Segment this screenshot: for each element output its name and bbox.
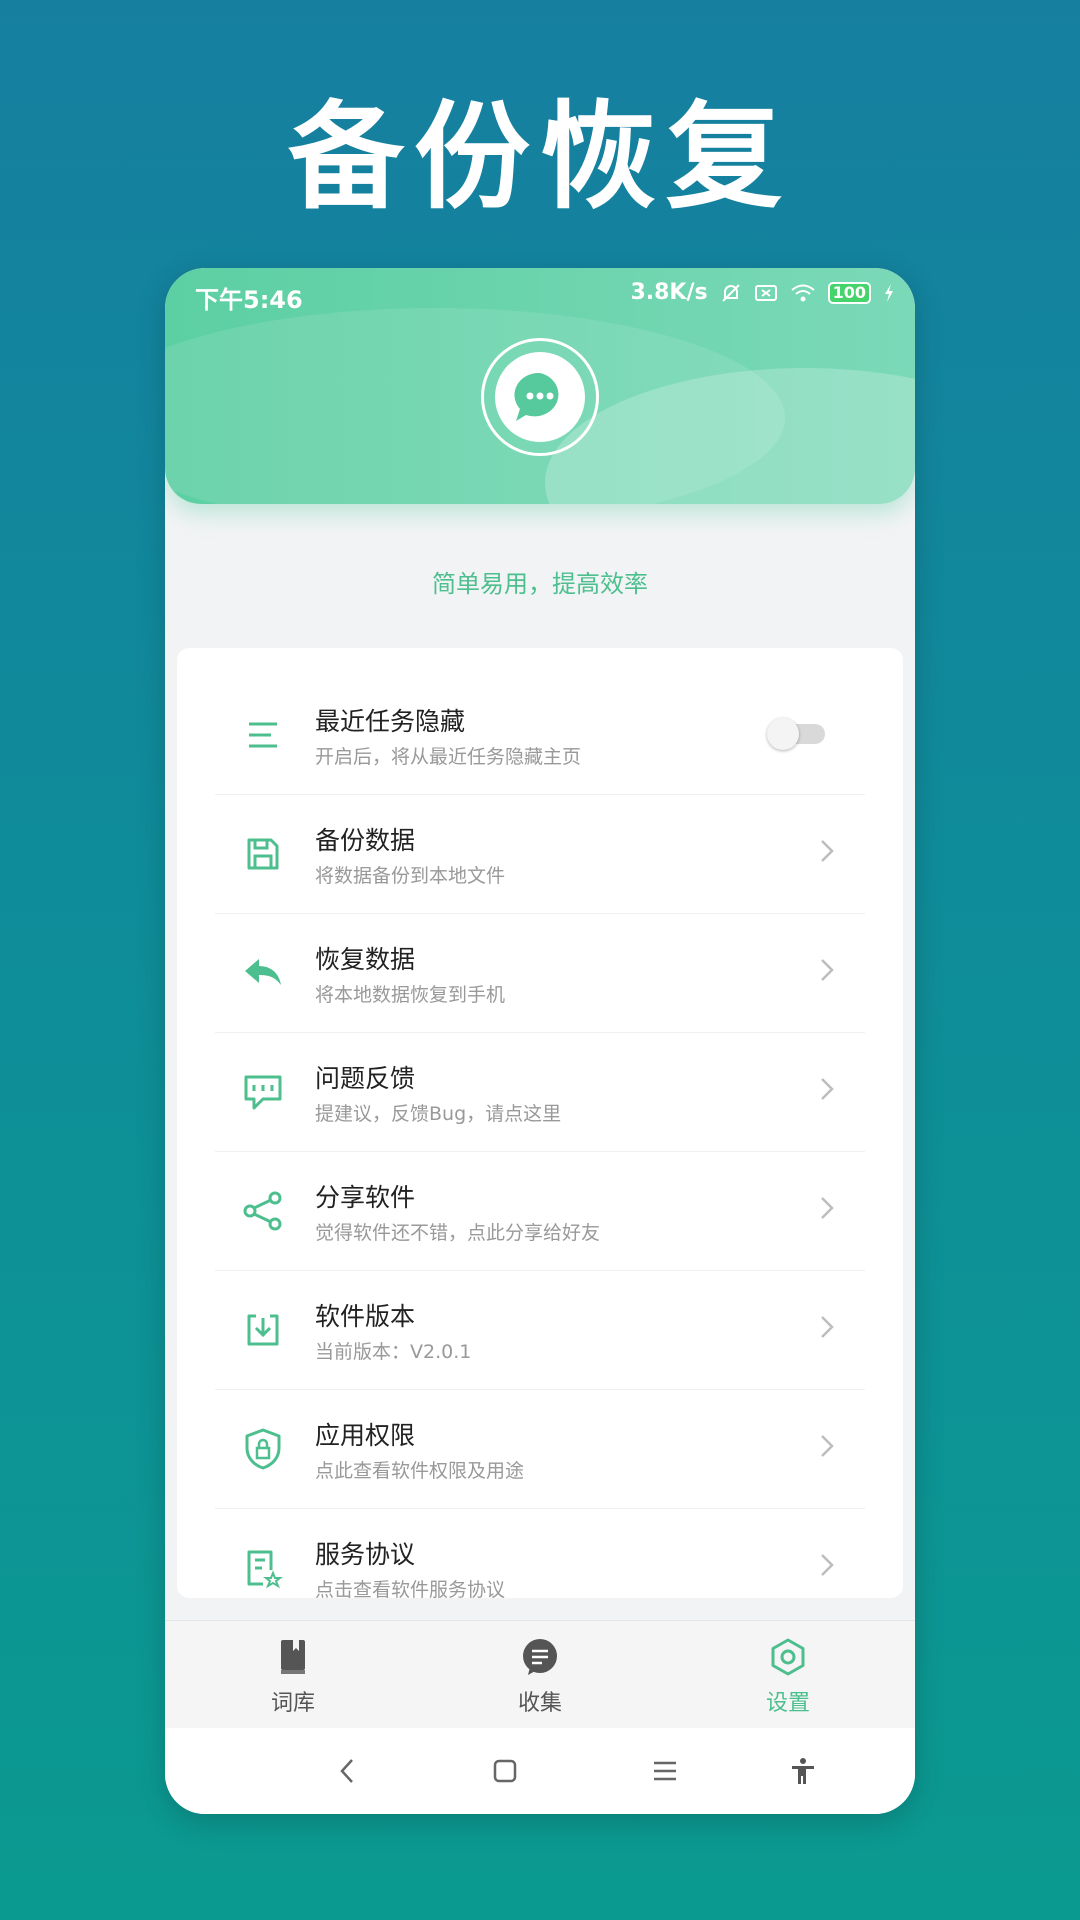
setting-subtitle: 将数据备份到本地文件 [315,865,506,887]
charging-icon [885,283,893,302]
nav-label: 词库 [270,1691,315,1716]
bottom-nav: 词库 收集 设置 [165,1620,915,1729]
setting-row-restore-data[interactable]: 恢复数据 将本地数据恢复到手机 [215,914,865,1033]
header-banner: 下午5:46 3.8K/s 100 [165,268,915,504]
setting-subtitle: 当前版本：V2.0.1 [315,1341,472,1363]
system-navigation-bar [165,1728,915,1814]
chevron-right-icon [821,959,834,981]
feedback-chat-icon [244,1075,282,1110]
nav-label: 设置 [765,1691,810,1716]
shield-lock-icon [245,1428,281,1470]
agreement-doc-icon [247,1550,283,1589]
chat-bubble-icon [514,372,559,421]
setting-subtitle: 提建议，反馈Bug，请点这里 [315,1103,562,1125]
menu-lines-icon [249,722,277,748]
setting-title: 软件版本 [315,1302,416,1331]
download-box-icon [247,1314,279,1346]
setting-row-share-app[interactable]: 分享软件 觉得软件还不错，点此分享给好友 [215,1152,865,1271]
setting-row-feedback[interactable]: 问题反馈 提建议，反馈Bug，请点这里 [215,1033,865,1152]
status-time: 下午5:46 [195,286,303,314]
share-icon [243,1191,282,1231]
network-speed: 3.8K/s [630,280,708,305]
nav-item-collect[interactable]: 收集 [470,1637,610,1717]
setting-title: 备份数据 [315,826,416,855]
chevron-right-icon [821,840,834,862]
setting-row-hide-recent-tasks[interactable]: 最近任务隐藏 开启后，将从最近任务隐藏主页 [215,676,865,795]
recents-menu-icon[interactable] [650,1756,680,1786]
chevron-right-icon [821,1435,834,1457]
chevron-right-icon [821,1078,834,1100]
setting-title: 分享软件 [315,1183,416,1212]
chevron-right-icon [821,1197,834,1219]
book-icon [281,1640,305,1674]
setting-subtitle: 开启后，将从最近任务隐藏主页 [315,746,582,768]
setting-row-service-agreement[interactable]: 服务协议 点击查看软件服务协议 [215,1509,865,1598]
setting-title: 应用权限 [315,1421,416,1450]
message-bubble-icon [523,1639,557,1675]
accessibility-icon[interactable] [788,1756,818,1786]
hexagon-settings-icon [771,1638,805,1676]
setting-row-backup-data[interactable]: 备份数据 将数据备份到本地文件 [215,795,865,914]
setting-title: 服务协议 [315,1540,416,1569]
reply-arrow-icon [245,959,281,985]
setting-subtitle: 点击查看软件服务协议 [315,1579,506,1598]
promo-title: 备份恢复 [288,90,792,225]
setting-subtitle: 点此查看软件权限及用途 [315,1460,525,1482]
settings-card: 最近任务隐藏 开启后，将从最近任务隐藏主页 备份数据 将数据备份到本地文件 恢复… [177,648,903,1598]
setting-row-app-permissions[interactable]: 应用权限 点此查看软件权限及用途 [215,1390,865,1509]
hide-recent-toggle[interactable] [767,718,825,750]
tagline: 简单易用，提高效率 [432,570,648,598]
mute-bell-icon [721,283,740,302]
status-bar: 下午5:46 3.8K/s 100 [165,268,915,318]
wifi-icon [790,284,815,301]
app-logo [481,338,599,456]
setting-title: 恢复数据 [315,945,416,974]
home-icon[interactable] [490,1756,520,1786]
setting-subtitle: 将本地数据恢复到手机 [315,984,506,1006]
chevron-right-icon [821,1316,834,1338]
setting-subtitle: 觉得软件还不错，点此分享给好友 [315,1222,601,1244]
sim-icon [754,284,777,301]
chevron-right-icon [821,1554,834,1576]
setting-title: 问题反馈 [315,1064,416,1093]
phone-screen: 下午5:46 3.8K/s 100 简单易用，提高效率 最近任务隐藏 开启后，将… [165,268,915,1814]
floppy-save-icon [247,838,279,870]
setting-row-app-version[interactable]: 软件版本 当前版本：V2.0.1 [215,1271,865,1390]
nav-label: 收集 [517,1691,562,1716]
battery-indicator: 100 [827,281,871,304]
nav-item-library[interactable]: 词库 [223,1637,363,1717]
setting-title: 最近任务隐藏 [315,707,466,736]
back-icon[interactable] [333,1756,363,1786]
nav-item-settings[interactable]: 设置 [718,1637,858,1717]
